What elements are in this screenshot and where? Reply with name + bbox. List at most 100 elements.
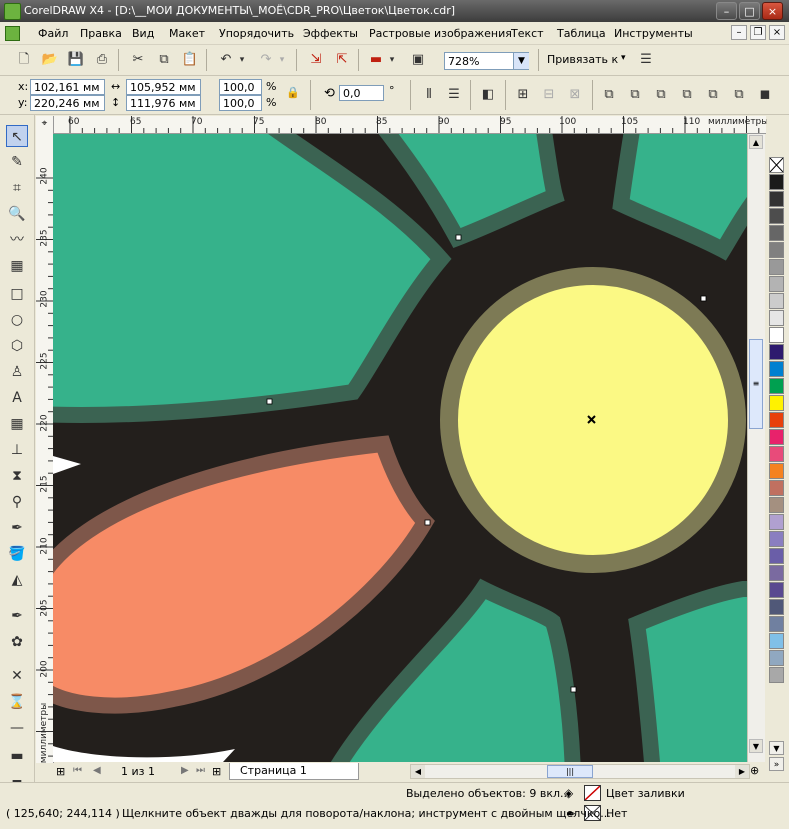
menu-layout[interactable]: Макет [169,27,205,40]
green-petal-top-right[interactable] [612,134,747,261]
outline-pen-icon[interactable]: ✒ [6,605,28,627]
create-boundary-icon[interactable]: ◼ [755,85,775,105]
color-swatch[interactable] [769,191,784,207]
polygon-tool-icon[interactable]: ⬡ [6,335,28,357]
menu-effects[interactable]: Эффекты [303,27,358,40]
options-icon[interactable]: ☰ [636,50,656,70]
new-icon[interactable]: 🗋 [14,50,34,70]
vertical-scrollbar[interactable]: ▲ ≡ ▼ [747,134,765,762]
paste-icon[interactable]: 📋 [180,50,200,70]
ungroup-icon[interactable]: ⊟ [539,85,559,105]
color-swatch[interactable] [769,582,784,598]
minimize-button[interactable]: – [716,2,737,20]
zoom-dropdown-icon[interactable]: ▼ [513,53,529,69]
drawing-canvas[interactable] [53,134,747,762]
previous-page-icon[interactable]: ◀ [93,765,101,776]
color-swatch[interactable] [769,361,784,377]
green-petal-bottom-right[interactable] [628,581,747,762]
menu-arrange[interactable]: Упорядочить [219,27,294,40]
lock-ratio-icon[interactable]: 🔒 [286,86,300,99]
rotation-angle-field[interactable]: 0,0 [339,85,384,101]
first-page-icon[interactable]: ⏮ [73,765,82,776]
palette-scroll-down-icon[interactable]: ▼ [769,741,784,755]
copy-icon[interactable]: ⧉ [154,50,174,70]
ungroup-all-icon[interactable]: ⊠ [565,85,585,105]
group-icon[interactable]: ⊞ [513,85,533,105]
table-tool-icon[interactable]: ▦ [6,413,28,435]
menu-file[interactable]: Файл [38,27,68,40]
color-swatch[interactable] [769,480,784,496]
menu-bitmaps[interactable]: Растровые изображения [369,27,512,40]
close-button[interactable]: × [762,2,783,20]
fill-tool-icon[interactable]: 🪣 [6,543,28,565]
color-swatch[interactable] [769,276,784,292]
next-page-icon[interactable]: ▶ [181,765,189,776]
no-color-swatch[interactable] [769,157,784,173]
scroll-down-arrow-icon[interactable]: ▼ [749,739,763,753]
scroll-up-arrow-icon[interactable]: ▲ [749,135,763,149]
weld-icon[interactable]: ⧉ [599,85,619,105]
flower-drawing[interactable] [53,134,747,762]
navigator-zoom-icon[interactable]: ⊕ [750,764,759,777]
horizontal-ruler[interactable]: 60 65 70 75 80 85 90 95 100 105 110 милл… [36,116,768,134]
basic-shapes-tool-icon[interactable]: ♙ [6,361,28,383]
color-swatch[interactable] [769,174,784,190]
eyedropper-tool-icon[interactable]: ⚲ [6,491,28,513]
undo-icon[interactable]: ↶ [216,50,236,70]
scroll-left-arrow-icon[interactable]: ◀ [411,765,425,778]
color-swatch[interactable] [769,327,784,343]
color-wheel-icon[interactable]: ✿ [6,631,28,653]
color-swatch[interactable] [769,412,784,428]
y-position-field[interactable]: 220,246 мм [30,95,105,111]
color-swatch[interactable] [769,344,784,360]
ruler-origin-icon[interactable]: ⌖ [36,116,54,134]
back-minus-front-icon[interactable]: ⧉ [729,85,749,105]
color-swatch[interactable] [769,378,784,394]
scale-y-field[interactable]: 100,0 [219,95,262,111]
mirror-vertical-icon[interactable]: ☰ [444,85,464,105]
color-swatch[interactable] [769,650,784,666]
color-swatch[interactable] [769,548,784,564]
color-swatch[interactable] [769,395,784,411]
scroll-right-arrow-icon[interactable]: ▶ [735,765,749,778]
text-tool-icon[interactable]: A [6,387,28,409]
print-icon[interactable]: ⎙ [92,50,112,70]
arrange-order-icon[interactable]: ◧ [478,85,498,105]
node-handle[interactable] [266,398,273,405]
last-page-icon[interactable]: ⏭ [196,765,205,776]
color-swatch[interactable] [769,514,784,530]
horizontal-scroll-thumb[interactable]: ||| [547,765,593,778]
dimension-tool-icon[interactable]: ⊥ [6,439,28,461]
thin-outline-icon[interactable]: — [6,717,28,739]
width-field[interactable]: 105,952 мм [126,79,201,95]
redo-icon[interactable]: ↷ [256,50,276,70]
snap-dropdown-icon[interactable]: ▾ [621,53,626,63]
welcome-screen-icon[interactable]: ▣ [408,50,428,70]
x-position-field[interactable]: 102,161 мм [30,79,105,95]
color-swatch[interactable] [769,463,784,479]
document-icon[interactable] [5,26,20,41]
vertical-scroll-thumb[interactable]: ≡ [749,339,763,429]
scale-x-field[interactable]: 100,0 [219,79,262,95]
menu-table[interactable]: Таблица [557,27,606,40]
ellipse-tool-icon[interactable]: ○ [6,309,28,331]
menu-text[interactable]: Текст [511,27,544,40]
insert-page-after-icon[interactable]: ⊞ [212,765,221,778]
green-petal-top-left[interactable] [53,134,452,423]
import-icon[interactable]: ⇲ [306,50,326,70]
snap-to-button[interactable]: Привязать к [547,53,618,66]
mirror-horizontal-icon[interactable]: ⫴ [419,85,439,105]
interactive-blend-tool-icon[interactable]: ⧗ [6,465,28,487]
trim-icon[interactable]: ⧉ [625,85,645,105]
node-handle[interactable] [455,234,462,241]
open-icon[interactable]: 📂 [40,50,60,70]
outline-tool-icon[interactable]: ✒ [6,517,28,539]
save-icon[interactable]: 💾 [66,50,86,70]
green-petal-bottom-center[interactable] [330,578,581,762]
cut-icon[interactable]: ✂ [128,50,148,70]
color-swatch[interactable] [769,446,784,462]
medium-outline-icon[interactable]: ▬ [6,745,28,767]
maximize-button[interactable]: □ [739,2,760,20]
horizontal-scrollbar[interactable]: ◀ ||| ▶ [410,764,750,779]
redo-dropdown-icon[interactable]: ▾ [276,50,288,70]
